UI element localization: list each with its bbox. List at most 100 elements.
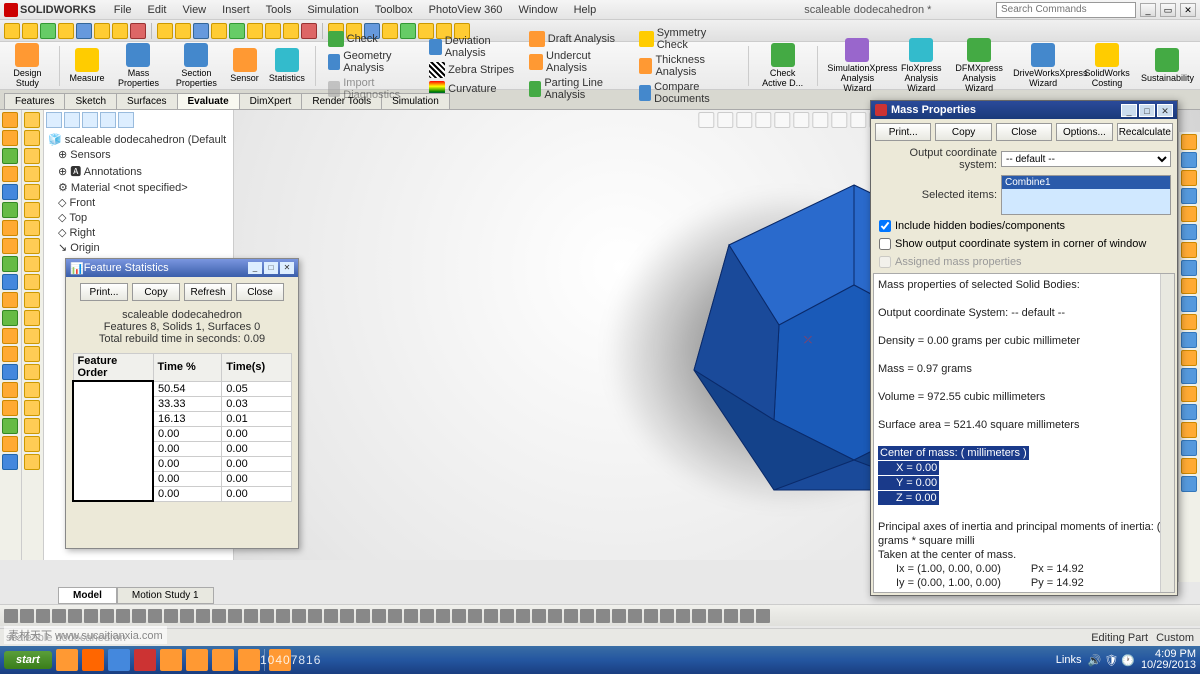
tool-icon[interactable] — [228, 609, 242, 623]
dialog-titlebar[interactable]: Mass Properties _ □ ✕ — [871, 101, 1177, 119]
tool-icon[interactable] — [1181, 188, 1197, 204]
menu-simulation[interactable]: Simulation — [299, 2, 366, 18]
tool-icon[interactable] — [2, 220, 18, 236]
maximize-button[interactable]: □ — [1139, 104, 1155, 117]
tool-icon[interactable] — [24, 256, 40, 272]
tool-icon[interactable] — [484, 609, 498, 623]
display-style-icon[interactable] — [793, 112, 809, 128]
restore-button[interactable]: ▭ — [1160, 3, 1176, 17]
tool-icon[interactable] — [24, 382, 40, 398]
tool-icon[interactable] — [1181, 422, 1197, 438]
ribbon-parting[interactable]: Parting Line Analysis — [527, 76, 627, 102]
tool-icon[interactable] — [132, 609, 146, 623]
tool-icon[interactable] — [1181, 314, 1197, 330]
tool-icon[interactable] — [404, 609, 418, 623]
toolbar-icon[interactable] — [22, 23, 38, 39]
tree-origin[interactable]: ↘ Origin — [46, 240, 231, 255]
tool-icon[interactable] — [24, 400, 40, 416]
feature-statistics-dialog[interactable]: 📊Feature Statistics _ □ ✕ Print... Copy … — [65, 258, 299, 549]
tool-icon[interactable] — [2, 148, 18, 164]
tool-icon[interactable] — [1181, 260, 1197, 276]
tree-tab-icon[interactable] — [82, 112, 98, 128]
ribbon-zebra[interactable]: Zebra Stripes — [427, 61, 516, 79]
tool-icon[interactable] — [212, 609, 226, 623]
tool-icon[interactable] — [260, 609, 274, 623]
tool-icon[interactable] — [24, 346, 40, 362]
refresh-button[interactable]: Refresh — [184, 283, 232, 301]
tool-icon[interactable] — [692, 609, 706, 623]
tool-icon[interactable] — [1181, 350, 1197, 366]
tree-material[interactable]: ⚙ Material <not specified> — [46, 180, 231, 195]
prev-view-icon[interactable] — [736, 112, 752, 128]
tool-icon[interactable] — [180, 609, 194, 623]
tool-icon[interactable] — [244, 609, 258, 623]
minimize-button[interactable]: _ — [1121, 104, 1137, 117]
tab-motion-study[interactable]: Motion Study 1 — [117, 587, 214, 604]
tool-icon[interactable] — [24, 148, 40, 164]
menu-view[interactable]: View — [174, 2, 214, 18]
tool-icon[interactable] — [324, 609, 338, 623]
checkbox[interactable] — [879, 238, 891, 250]
taskbar-icon[interactable] — [212, 649, 234, 671]
section-view-icon[interactable] — [755, 112, 771, 128]
tool-icon[interactable] — [2, 328, 18, 344]
start-button[interactable]: start — [4, 651, 52, 669]
tool-icon[interactable] — [516, 609, 530, 623]
tree-tab-icon[interactable] — [118, 112, 134, 128]
ribbon-check[interactable]: Check — [326, 30, 380, 48]
tool-icon[interactable] — [24, 310, 40, 326]
tool-icon[interactable] — [20, 609, 34, 623]
view-orient-icon[interactable] — [774, 112, 790, 128]
ribbon-measure[interactable]: Measure — [70, 48, 105, 83]
tool-icon[interactable] — [100, 609, 114, 623]
menu-insert[interactable]: Insert — [214, 2, 258, 18]
tool-icon[interactable] — [24, 184, 40, 200]
tool-icon[interactable] — [164, 609, 178, 623]
search-commands-input[interactable] — [996, 2, 1136, 18]
toolbar-icon[interactable] — [94, 23, 110, 39]
tool-icon[interactable] — [24, 130, 40, 146]
ribbon-dfmxpress[interactable]: DFMXpress Analysis Wizard — [955, 38, 1003, 93]
taskbar-icon[interactable] — [56, 649, 78, 671]
dialog-titlebar[interactable]: 📊Feature Statistics _ □ ✕ — [66, 259, 298, 277]
hide-show-icon[interactable] — [812, 112, 828, 128]
menu-toolbox[interactable]: Toolbox — [367, 2, 421, 18]
toolbar-icon[interactable] — [301, 23, 317, 39]
ribbon-thickness[interactable]: Thickness Analysis — [637, 53, 738, 79]
ribbon-simxpress[interactable]: SimulationXpress Analysis Wizard — [827, 38, 887, 93]
checkbox[interactable] — [879, 220, 891, 232]
ribbon-undercut[interactable]: Undercut Analysis — [527, 49, 627, 75]
toolbar-icon[interactable] — [112, 23, 128, 39]
scrollbar[interactable] — [1160, 274, 1174, 592]
tool-icon[interactable] — [2, 364, 18, 380]
tool-icon[interactable] — [148, 609, 162, 623]
tool-icon[interactable] — [2, 418, 18, 434]
tool-icon[interactable] — [388, 609, 402, 623]
tool-icon[interactable] — [1181, 476, 1197, 492]
toolbar-icon[interactable] — [40, 23, 56, 39]
toolbar-icon[interactable] — [247, 23, 263, 39]
th-time-pct[interactable]: Time % — [153, 354, 222, 382]
tool-icon[interactable] — [24, 364, 40, 380]
menu-photoview[interactable]: PhotoView 360 — [421, 2, 511, 18]
tool-icon[interactable] — [24, 292, 40, 308]
tool-icon[interactable] — [2, 274, 18, 290]
tree-tab-icon[interactable] — [64, 112, 80, 128]
tree-tab-icon[interactable] — [100, 112, 116, 128]
toolbar-icon[interactable] — [283, 23, 299, 39]
taskbar-icon[interactable] — [186, 649, 208, 671]
tool-icon[interactable] — [24, 202, 40, 218]
tab-sketch[interactable]: Sketch — [64, 93, 117, 109]
tool-icon[interactable] — [2, 130, 18, 146]
tool-icon[interactable] — [1181, 206, 1197, 222]
menu-file[interactable]: File — [106, 2, 140, 18]
recalculate-button[interactable]: Recalculate — [1117, 123, 1173, 141]
ribbon-mass-properties[interactable]: Mass Properties — [115, 43, 163, 88]
ribbon-design-study[interactable]: Design Study — [6, 43, 49, 88]
menu-tools[interactable]: Tools — [258, 2, 300, 18]
tab-dimxpert[interactable]: DimXpert — [239, 93, 303, 109]
results-panel[interactable]: Mass properties of selected Solid Bodies… — [873, 273, 1175, 593]
tool-icon[interactable] — [1181, 404, 1197, 420]
tool-icon[interactable] — [2, 436, 18, 452]
tool-icon[interactable] — [740, 609, 754, 623]
